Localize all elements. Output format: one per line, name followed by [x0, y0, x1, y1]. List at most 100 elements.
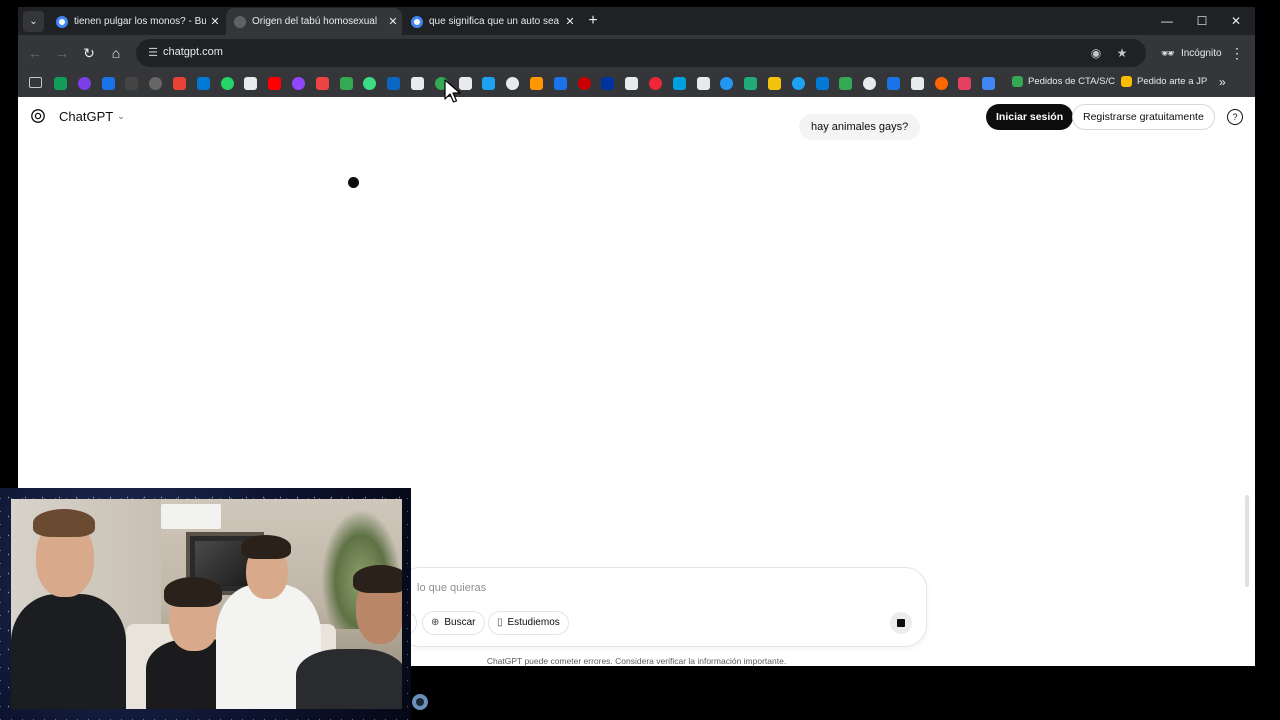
- tab-2-active[interactable]: Origen del tabú homosexual ✕: [226, 8, 402, 35]
- bookmark-site-icon[interactable]: [791, 77, 805, 90]
- bookmark-site-icon[interactable]: [363, 77, 377, 90]
- signup-button[interactable]: Registrarse gratuitamente: [1072, 104, 1215, 130]
- bookmark-site-icon[interactable]: [887, 77, 900, 90]
- bookmark-site-icon[interactable]: [958, 77, 972, 90]
- login-button[interactable]: Iniciar sesión: [986, 104, 1074, 130]
- webcam-video: [11, 499, 402, 709]
- tab-title: tienen pulgar los monos? - Bus: [74, 16, 206, 27]
- close-window-icon[interactable]: ✕: [1224, 11, 1248, 31]
- bookmark-site-icon[interactable]: [720, 77, 734, 90]
- bookmark-pedidos-cta[interactable]: Pedidos de CTA/S/C: [1012, 76, 1115, 87]
- bookmark-site-icon[interactable]: [482, 77, 496, 90]
- google-icon: [56, 15, 68, 28]
- bookmark-site-icon[interactable]: [910, 77, 924, 90]
- composer-placeholder[interactable]: lo que quieras: [417, 582, 486, 594]
- bookmark-site-icon[interactable]: [196, 77, 210, 90]
- bookmark-site-icon[interactable]: [387, 77, 401, 90]
- bookmark-site-icon[interactable]: [863, 77, 877, 90]
- home-icon[interactable]: ⌂: [106, 43, 126, 63]
- eye-off-icon[interactable]: ◉: [1088, 45, 1104, 61]
- book-icon: ▯: [497, 617, 503, 628]
- browser-toolbar: ← → ↻ ⌂ ☰ chatgpt.com ◉ ★ 🕶 Incógnito ⋮: [18, 35, 1255, 71]
- bookmark-favicon-icon: [1121, 76, 1132, 87]
- bookmark-label: Pedidos de CTA/S/C: [1028, 76, 1115, 87]
- back-arrow-icon[interactable]: ←: [25, 43, 45, 63]
- bookmark-site-icon[interactable]: [506, 77, 520, 90]
- bookmark-site-icon[interactable]: [672, 77, 686, 90]
- bookmark-site-icon[interactable]: [815, 77, 829, 90]
- bookmark-site-icon[interactable]: [339, 77, 353, 90]
- maximize-icon[interactable]: ☐: [1190, 11, 1214, 31]
- bookmark-site-icon[interactable]: [601, 77, 615, 90]
- stop-icon: [897, 619, 905, 627]
- bookmark-site-icon[interactable]: [696, 77, 710, 90]
- bookmark-site-icon[interactable]: [530, 77, 543, 90]
- user-message-bubble: hay animales gays?: [799, 114, 921, 140]
- reload-icon[interactable]: ↻: [79, 43, 99, 63]
- bookmark-site-icon[interactable]: [101, 77, 115, 90]
- chevron-down-icon: ⌄: [117, 111, 125, 121]
- forward-arrow-icon[interactable]: →: [52, 43, 72, 63]
- message-composer[interactable]: lo que quieras ar ⊕ Buscar ▯ Estudiemos: [391, 567, 927, 647]
- bookmark-star-icon[interactable]: ★: [1114, 45, 1130, 61]
- bookmark-site-icon[interactable]: [649, 77, 662, 90]
- stop-generating-button[interactable]: [890, 612, 912, 634]
- incognito-label: Incógnito: [1180, 47, 1222, 59]
- bookmark-site-icon[interactable]: [934, 77, 948, 90]
- incognito-badge[interactable]: 🕶 Incógnito: [1151, 39, 1232, 67]
- bookmark-site-icon[interactable]: [553, 77, 567, 90]
- bookmark-site-icon[interactable]: [244, 77, 258, 90]
- tab-title: Origen del tabú homosexual: [252, 16, 378, 27]
- tab-3[interactable]: que significa que un auto sea u ✕: [403, 8, 579, 35]
- model-selector[interactable]: ChatGPT ⌄: [59, 109, 125, 124]
- bookmark-favicon-icon: [1012, 76, 1023, 87]
- typing-indicator: [348, 177, 359, 188]
- openai-logo-icon[interactable]: [30, 108, 46, 124]
- study-chip-button[interactable]: ▯ Estudiemos: [488, 611, 569, 635]
- mouse-cursor-icon: [444, 79, 461, 103]
- bookmarks-bar: Pedidos de CTA/S/C Pedido arte a JP »: [18, 71, 1255, 97]
- brand-label: ChatGPT: [59, 109, 114, 124]
- taskbar-app-icon[interactable]: [412, 694, 428, 710]
- webcam-overlay: [0, 488, 411, 720]
- bookmark-site-icon[interactable]: [220, 77, 234, 90]
- close-tab-icon[interactable]: ✕: [561, 15, 579, 28]
- air-conditioner: [161, 504, 221, 529]
- search-chip-button[interactable]: ⊕ Buscar: [422, 611, 485, 635]
- site-info-icon[interactable]: ☰: [146, 46, 160, 60]
- bookmark-site-icon[interactable]: [625, 77, 639, 90]
- bookmark-site-icon[interactable]: [149, 77, 163, 90]
- incognito-icon: 🕶: [1161, 47, 1175, 60]
- bookmark-site-icon[interactable]: [577, 77, 591, 90]
- help-icon[interactable]: ?: [1227, 109, 1243, 125]
- tab-1[interactable]: tienen pulgar los monos? - Bus ✕: [48, 8, 224, 35]
- bookmark-site-icon[interactable]: [982, 77, 996, 90]
- globe-icon: ⊕: [431, 617, 440, 628]
- tab-search-chevron-icon[interactable]: ⌄: [23, 11, 44, 32]
- bookmark-site-icon[interactable]: [125, 77, 139, 90]
- chatgpt-favicon-icon: [234, 15, 246, 28]
- bookmark-site-icon[interactable]: [768, 77, 781, 90]
- more-bookmarks-icon[interactable]: »: [1219, 75, 1226, 89]
- scrollbar[interactable]: [1245, 495, 1249, 587]
- bookmark-site-icon[interactable]: [315, 77, 329, 90]
- bookmark-site-icon[interactable]: [839, 77, 853, 90]
- folder-icon[interactable]: [29, 77, 42, 88]
- bookmark-site-icon[interactable]: [173, 77, 186, 90]
- bookmark-site-icon[interactable]: [77, 77, 91, 90]
- close-tab-icon[interactable]: ✕: [206, 15, 224, 28]
- bookmark-site-icon[interactable]: [411, 77, 424, 90]
- bookmark-site-icon[interactable]: [54, 77, 67, 90]
- address-bar[interactable]: ☰ chatgpt.com ◉ ★: [136, 39, 1146, 67]
- bookmark-site-icon[interactable]: [744, 77, 758, 90]
- bookmark-site-icon[interactable]: [268, 77, 282, 90]
- chip-label: Estudiemos: [507, 617, 560, 628]
- more-menu-icon[interactable]: ⋮: [1229, 43, 1245, 63]
- tab-title: que significa que un auto sea u: [429, 16, 561, 27]
- close-tab-icon[interactable]: ✕: [384, 15, 402, 28]
- bookmark-pedido-arte[interactable]: Pedido arte a JP: [1121, 76, 1207, 87]
- new-tab-button[interactable]: +: [583, 11, 603, 31]
- url-text[interactable]: chatgpt.com: [163, 46, 223, 58]
- minimize-icon[interactable]: —: [1155, 11, 1179, 31]
- bookmark-site-icon[interactable]: [292, 77, 305, 90]
